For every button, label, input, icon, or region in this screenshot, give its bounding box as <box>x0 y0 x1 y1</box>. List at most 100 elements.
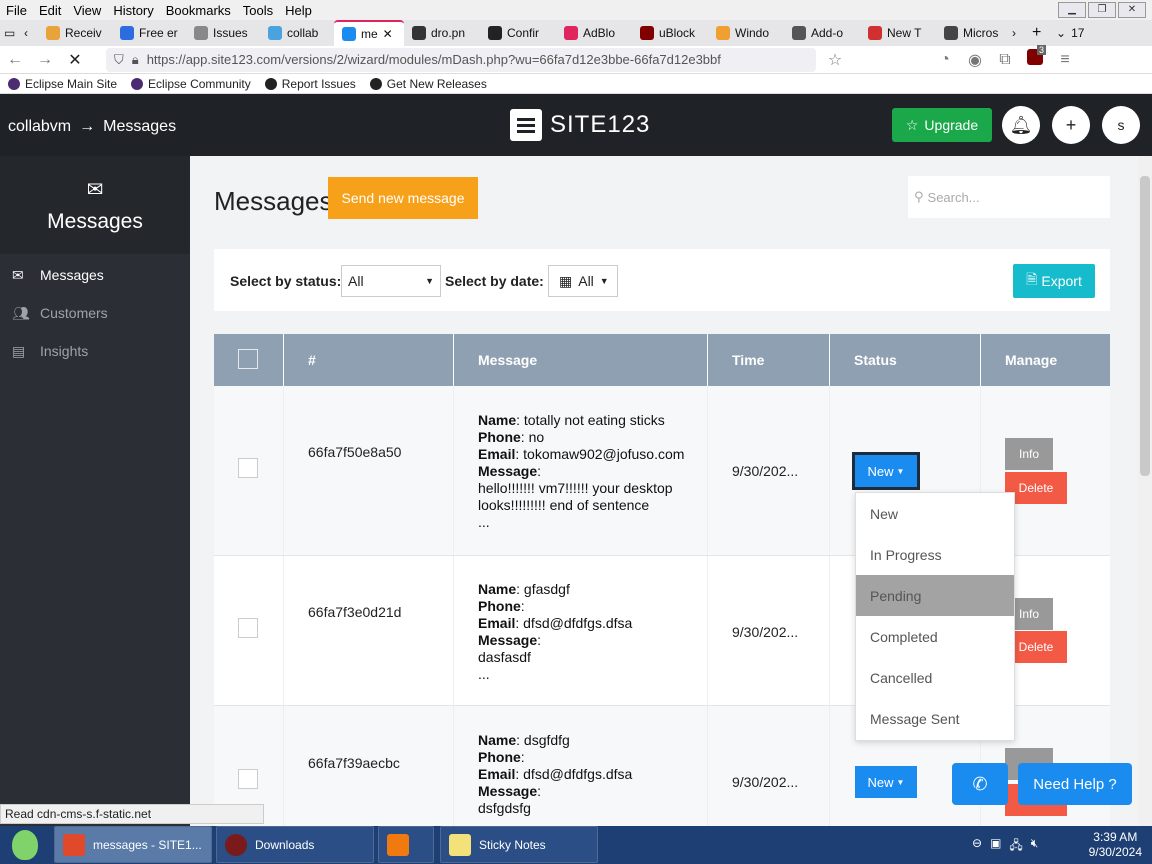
extensions-icon[interactable]: ⧉ <box>990 51 1020 69</box>
taskbar-item-firefox[interactable]: messages - SITE1... <box>54 826 212 863</box>
message-id: 66fa7f39aecbc <box>308 755 400 771</box>
bookmark-report-issues[interactable]: Report Issues <box>264 77 356 91</box>
browser-tab[interactable]: Windo <box>708 20 784 46</box>
browser-tab[interactable]: Micros <box>936 20 1008 46</box>
restore-button[interactable]: ❐ <box>1088 2 1116 18</box>
menu-tools[interactable]: Tools <box>237 3 279 18</box>
row-checkbox[interactable] <box>238 769 258 789</box>
date-filter-select[interactable]: ▦ All ▼ <box>548 265 618 297</box>
status-dropdown-button[interactable]: New ▼ <box>852 452 920 490</box>
sidebar-item-insights[interactable]: ▤ Insights <box>0 332 190 370</box>
tray-network-icon[interactable]: 🖧︎ <box>1009 836 1022 857</box>
browser-tab[interactable]: Issues <box>186 20 260 46</box>
export-button[interactable]: 🗎 Export <box>1013 264 1095 298</box>
start-button[interactable] <box>4 828 46 862</box>
caret-down-icon: ▼ <box>896 777 905 787</box>
status-option-in-progress[interactable]: In Progress <box>856 534 1014 575</box>
row-checkbox[interactable] <box>238 618 258 638</box>
add-button[interactable]: + <box>1052 106 1090 144</box>
menu-file[interactable]: File <box>0 3 33 18</box>
menu-view[interactable]: View <box>67 3 107 18</box>
taskbar-item-sticky-notes[interactable]: Sticky Notes <box>440 826 598 863</box>
bookmark-star-icon[interactable]: ☆ <box>820 50 850 70</box>
caret-down-icon: ▼ <box>599 276 609 286</box>
ublock-icon[interactable]: 3 <box>1020 45 1050 70</box>
bookmarks-bar: Eclipse Main Site Eclipse Community Repo… <box>0 74 1152 94</box>
browser-tab-active[interactable]: me ✕ <box>334 20 404 46</box>
sidebar-item-customers[interactable]: 👥︎ Customers <box>0 294 190 332</box>
browser-tab[interactable]: Add-o <box>784 20 860 46</box>
taskbar: messages - SITE1... Downloads Sticky Not… <box>0 826 1152 864</box>
user-avatar-button[interactable]: s <box>1102 106 1140 144</box>
browser-tab[interactable]: Confir <box>480 20 556 46</box>
back-arrow-icon[interactable]: ← <box>0 51 30 69</box>
taskbar-item-downloads[interactable]: Downloads <box>216 826 374 863</box>
envelope-icon: ✉ <box>86 178 104 201</box>
status-dropdown-button[interactable]: New ▼ <box>855 766 917 798</box>
file-icon: 🗎 <box>1026 271 1038 287</box>
status-option-pending[interactable]: Pending <box>856 575 1014 616</box>
taskbar-item-media[interactable] <box>378 826 434 863</box>
new-tab-icon[interactable]: + <box>1028 20 1052 46</box>
tab-list-icon[interactable]: ▭ <box>0 20 20 46</box>
url-bar[interactable]: ⛉ 🔒︎ https://app.site123.com/versions/2/… <box>106 47 816 72</box>
select-all-checkbox[interactable] <box>238 349 258 369</box>
message-id: 66fa7f3e0d21d <box>308 604 402 620</box>
shield-icon: ⛉ <box>114 51 124 67</box>
menu-help[interactable]: Help <box>279 3 318 18</box>
sidebar-item-messages[interactable]: ✉ Messages <box>0 256 190 294</box>
status-option-completed[interactable]: Completed <box>856 616 1014 657</box>
scrollbar-thumb[interactable] <box>1140 176 1150 476</box>
tab-favicon-icon <box>488 26 502 40</box>
send-new-message-button[interactable]: Send new message <box>328 177 478 219</box>
github-icon <box>264 77 277 90</box>
bookmark-get-new-releases[interactable]: Get New Releases <box>369 77 487 91</box>
search-input[interactable]: ⚲ Search... <box>908 176 1110 218</box>
bookmark-eclipse-main[interactable]: Eclipse Main Site <box>8 77 117 91</box>
need-help-button[interactable]: Need Help ? <box>1018 763 1132 805</box>
browser-tab[interactable]: Free er <box>112 20 186 46</box>
menu-history[interactable]: History <box>107 3 159 18</box>
tray-info-icon[interactable]: ⊖ <box>972 836 982 857</box>
bookmark-eclipse-community[interactable]: Eclipse Community <box>131 77 251 91</box>
status-option-cancelled[interactable]: Cancelled <box>856 657 1014 698</box>
tab-scroll-right-icon[interactable]: › <box>1008 20 1028 46</box>
status-option-message-sent[interactable]: Message Sent <box>856 698 1014 739</box>
breadcrumb-arrow-icon: → <box>79 118 96 135</box>
browser-tab[interactable]: AdBlo <box>556 20 632 46</box>
browser-tab[interactable]: uBlock <box>632 20 708 46</box>
stop-loading-icon[interactable]: ✕ <box>60 50 90 70</box>
pocket-icon[interactable]: ◔ <box>930 51 960 69</box>
hamburger-menu-icon[interactable]: ≡ <box>1050 51 1080 69</box>
status-option-new[interactable]: New <box>856 493 1014 534</box>
account-icon[interactable]: ◉ <box>960 50 990 70</box>
tray-display-icon[interactable]: ▣ <box>990 836 1001 857</box>
breadcrumb-site[interactable]: collabvm <box>8 118 71 136</box>
browser-tab[interactable]: New T <box>860 20 936 46</box>
page-scrollbar[interactable] <box>1138 156 1152 826</box>
sidebar-header: ✉ Messages <box>0 156 190 254</box>
upgrade-button[interactable]: ☆ Upgrade <box>892 108 992 142</box>
browser-tab[interactable]: collab <box>260 20 334 46</box>
info-button[interactable]: Info <box>1005 438 1053 470</box>
call-button[interactable]: ✆ <box>952 763 1008 805</box>
menu-edit[interactable]: Edit <box>33 3 67 18</box>
logo-icon <box>510 109 542 141</box>
tab-count[interactable]: ⌄ 17 <box>1052 20 1096 46</box>
notifications-bell-button[interactable]: 🔔︎ <box>1002 106 1040 144</box>
row-checkbox[interactable] <box>238 458 258 478</box>
status-filter-select[interactable]: All ▼ <box>341 265 441 297</box>
browser-tab[interactable]: Receiv <box>38 20 112 46</box>
taskbar-clock[interactable]: 3:39 AM 9/30/2024 <box>1089 830 1142 860</box>
caret-down-icon: ▼ <box>896 466 905 476</box>
forward-arrow-icon[interactable]: → <box>30 51 60 69</box>
column-id: # <box>284 334 454 386</box>
close-tab-icon[interactable]: ✕ <box>383 27 393 41</box>
close-window-button[interactable]: ✕ <box>1118 2 1146 18</box>
tray-volume-muted-icon[interactable]: 🔇︎ <box>1031 836 1039 857</box>
minimize-button[interactable]: ▁ <box>1058 2 1086 18</box>
menu-bookmarks[interactable]: Bookmarks <box>160 3 237 18</box>
tab-scroll-left-icon[interactable]: ‹ <box>20 20 38 46</box>
column-status: Status <box>830 334 981 386</box>
browser-tab[interactable]: dro.pn <box>404 20 480 46</box>
